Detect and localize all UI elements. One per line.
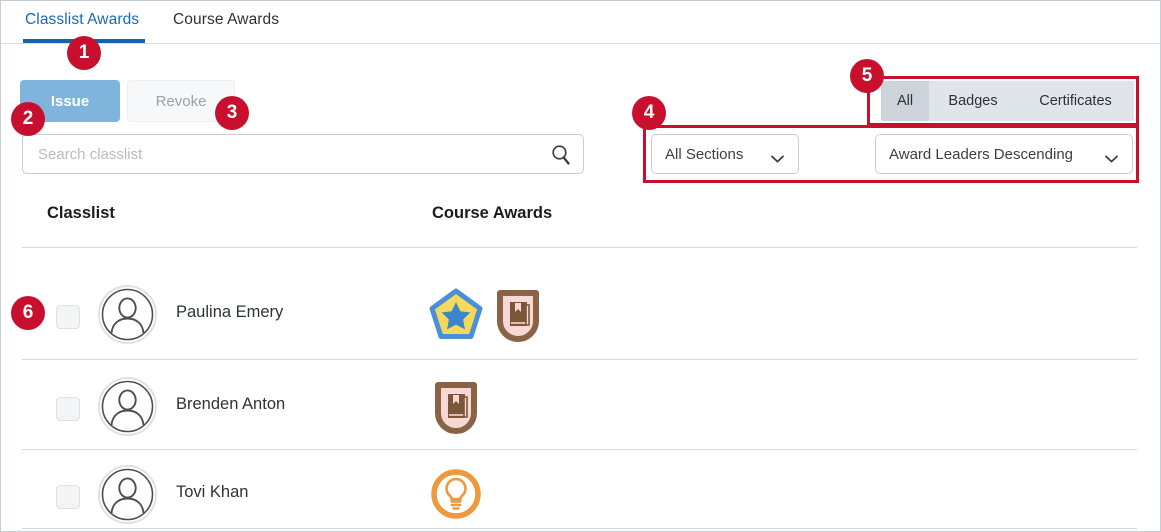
row-checkbox[interactable] [56, 305, 80, 329]
table-row[interactable]: Tovi Khan [1, 451, 1160, 531]
awards-classlist-page: Classlist Awards Course Awards Issue Rev… [0, 0, 1161, 532]
user-avatar-icon [98, 465, 157, 524]
search-box [22, 134, 584, 174]
book-shield-badge-icon[interactable] [491, 287, 545, 343]
star-pentagon-badge-icon[interactable] [429, 287, 483, 343]
issue-button-label: Issue [50, 92, 90, 110]
search-input[interactable] [36, 135, 546, 173]
callout-badge-4: 4 [632, 96, 666, 130]
column-header-classlist: Classlist [47, 204, 115, 222]
row-checkbox[interactable] [56, 485, 80, 509]
user-avatar-icon [98, 285, 157, 344]
row-user-name: Tovi Khan [176, 483, 249, 501]
row-checkbox[interactable] [56, 397, 80, 421]
callout-badge-1: 1 [67, 36, 101, 70]
tab-course-awards[interactable]: Course Awards [173, 11, 279, 29]
lightbulb-circle-badge-icon[interactable] [429, 467, 483, 523]
row-divider [22, 359, 1137, 360]
callout-badge-5: 5 [850, 59, 884, 93]
book-shield-badge-icon[interactable] [429, 379, 483, 435]
callout-badge-2: 2 [11, 102, 45, 136]
row-divider [22, 247, 1137, 248]
row-user-name: Brenden Anton [176, 395, 286, 413]
revoke-button-label: Revoke [155, 92, 207, 110]
row-awards [429, 463, 483, 527]
highlight-filter-dropdowns [643, 125, 1139, 183]
user-avatar-icon [98, 377, 157, 436]
row-awards [429, 375, 483, 439]
table-row[interactable]: Paulina Emery [1, 271, 1160, 359]
row-awards [429, 283, 545, 347]
callout-badge-3: 3 [215, 96, 249, 130]
tab-classlist-awards-label: Classlist Awards [25, 11, 140, 28]
highlight-award-type-toggles [867, 76, 1139, 126]
table-row[interactable]: Brenden Anton [1, 363, 1160, 451]
search-icon[interactable] [549, 143, 573, 167]
row-user-name: Paulina Emery [176, 303, 284, 321]
callout-badge-6: 6 [11, 296, 45, 330]
tab-bar: Classlist Awards Course Awards [1, 1, 1160, 44]
tab-course-awards-label: Course Awards [173, 11, 280, 28]
tab-classlist-awards[interactable]: Classlist Awards [23, 11, 145, 43]
column-header-course-awards: Course Awards [432, 204, 553, 222]
